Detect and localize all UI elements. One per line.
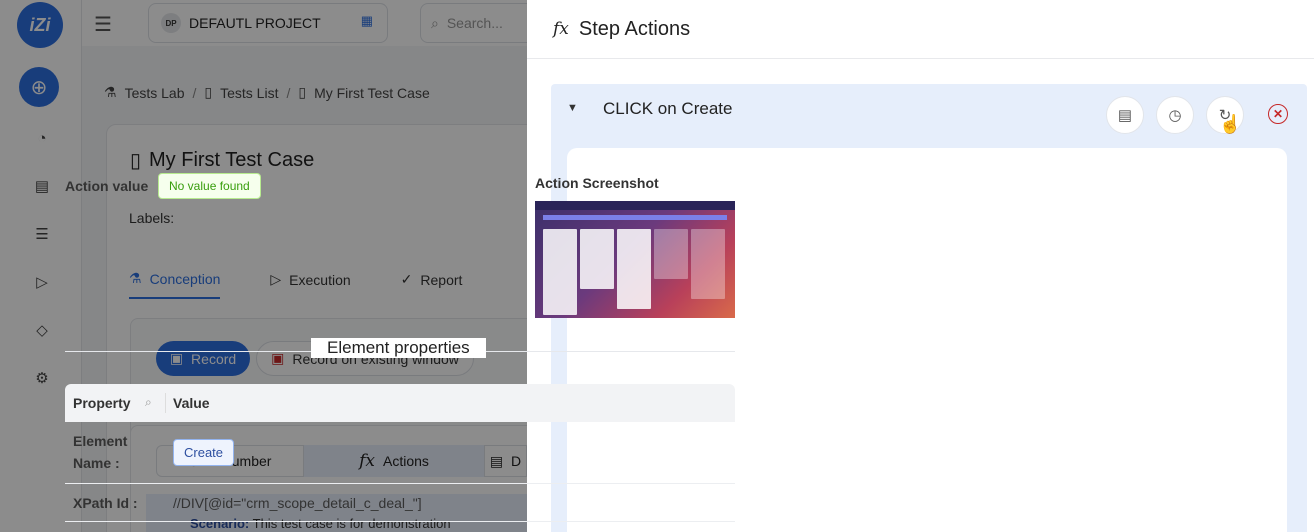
drawer-title: Step Actions xyxy=(578,17,691,40)
column-divider xyxy=(165,393,166,413)
action-screenshot-label: Action Screenshot xyxy=(535,175,659,191)
action-screenshot-thumbnail[interactable] xyxy=(535,201,735,318)
thumb-column xyxy=(617,229,651,309)
filter-search-icon[interactable]: ⌕ xyxy=(145,395,152,410)
element-name-value[interactable]: Create xyxy=(173,439,235,466)
table-row: XPath Id : //DIV[@id="crm_scope_detail_c… xyxy=(65,484,735,522)
table-row: Element Name : Create xyxy=(65,422,735,484)
action-value-tag: No value found xyxy=(158,173,261,199)
thumb-column xyxy=(580,229,614,289)
hand-cursor-icon: ☝ xyxy=(1219,114,1242,134)
column-value: Value xyxy=(173,395,210,411)
thumb-column xyxy=(543,229,577,315)
thumb-column xyxy=(654,229,688,279)
element-properties-title: Element properties xyxy=(311,338,486,358)
action-value-label: Action value xyxy=(65,178,149,194)
row-value: Create xyxy=(173,439,235,466)
thumb-topbar xyxy=(535,201,735,210)
thumb-toolbar xyxy=(543,215,727,220)
fx-icon: fx xyxy=(553,19,569,39)
row-key: XPath Id : xyxy=(73,495,138,511)
drawer-header: fx Step Actions xyxy=(527,0,1314,59)
step-title: CLICK on Create xyxy=(603,99,733,118)
xpath-value: //DIV[@id="crm_scope_detail_c_deal_"] xyxy=(173,495,422,511)
row-key: Element Name : xyxy=(73,433,128,471)
properties-table-header: Property ⌕ Value xyxy=(65,384,735,422)
column-property: Property xyxy=(73,395,131,411)
thumb-column xyxy=(691,229,725,299)
collapse-caret-icon[interactable]: ▼ xyxy=(567,102,578,114)
close-icon[interactable]: ✕ xyxy=(1268,104,1288,124)
inspect-document-icon[interactable]: ▤ xyxy=(1106,96,1144,134)
history-icon[interactable]: ◷ xyxy=(1156,96,1194,134)
